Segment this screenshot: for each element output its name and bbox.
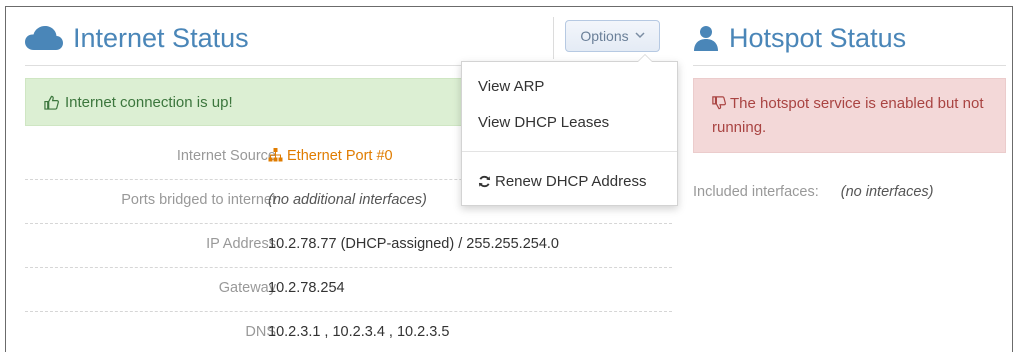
ports-bridged-label: Ports bridged to internet: [121, 192, 276, 208]
hotspot-not-running-alert: The hotspot service is enabled but not r…: [693, 78, 1006, 153]
menu-item-renew-dhcp[interactable]: Renew DHCP Address: [478, 173, 646, 190]
row-dns: DNS 10.2.3.1 , 10.2.3.4 , 10.2.3.5: [25, 312, 672, 355]
renew-dhcp-label: Renew DHCP Address: [495, 173, 647, 190]
row-ip-address: IP Address 10.2.78.77 (DHCP-assigned) / …: [25, 224, 672, 268]
options-button[interactable]: Options: [565, 20, 660, 52]
title-divider: [553, 17, 554, 59]
internet-source-label: Internet Source: [176, 148, 276, 164]
thumbs-down-icon: [712, 95, 726, 117]
options-button-label: Options: [580, 28, 629, 44]
ip-address-label: IP Address: [206, 236, 276, 252]
hotspot-status-title: Hotspot Status: [693, 17, 906, 59]
hotspot-status-title-text: Hotspot Status: [729, 22, 907, 53]
sitemap-icon: [268, 148, 283, 166]
internet-status-title: Internet Status: [25, 17, 249, 59]
menu-item-view-dhcp-leases[interactable]: View DHCP Leases: [478, 114, 609, 131]
options-dropdown-menu: View ARP View DHCP Leases Renew DHCP Add…: [461, 54, 678, 206]
cloud-icon: [25, 25, 63, 51]
gateway-value: 10.2.78.254: [268, 280, 345, 296]
included-interfaces-value: (no interfaces): [840, 184, 934, 200]
internet-status-title-text: Internet Status: [73, 22, 249, 53]
internet-source-text: Ethernet Port #0: [287, 148, 393, 164]
internet-source-value: Ethernet Port #0: [268, 148, 393, 166]
menu-item-view-arp[interactable]: View ARP: [478, 78, 544, 95]
hotspot-alert-text: The hotspot service is enabled but not r…: [712, 95, 984, 136]
included-interfaces: Included interfaces: (no interfaces): [693, 184, 933, 200]
row-gateway: Gateway 10.2.78.254: [25, 268, 672, 312]
ip-address-value: 10.2.78.77 (DHCP-assigned) / 255.255.254…: [268, 236, 559, 252]
menu-divider: [462, 151, 677, 152]
thumbs-up-icon: [44, 95, 59, 110]
refresh-icon: [478, 175, 491, 188]
user-icon: [693, 25, 719, 51]
internet-up-alert-text: Internet connection is up!: [65, 93, 233, 111]
included-interfaces-label: Included interfaces:: [693, 184, 819, 200]
ports-bridged-value: (no additional interfaces): [268, 192, 427, 208]
chevron-down-icon: [635, 30, 645, 42]
dns-value: 10.2.3.1 , 10.2.3.4 , 10.2.3.5: [268, 324, 450, 340]
hotspot-title-rule: [693, 65, 1006, 66]
internet-up-alert: Internet connection is up!: [25, 78, 465, 126]
